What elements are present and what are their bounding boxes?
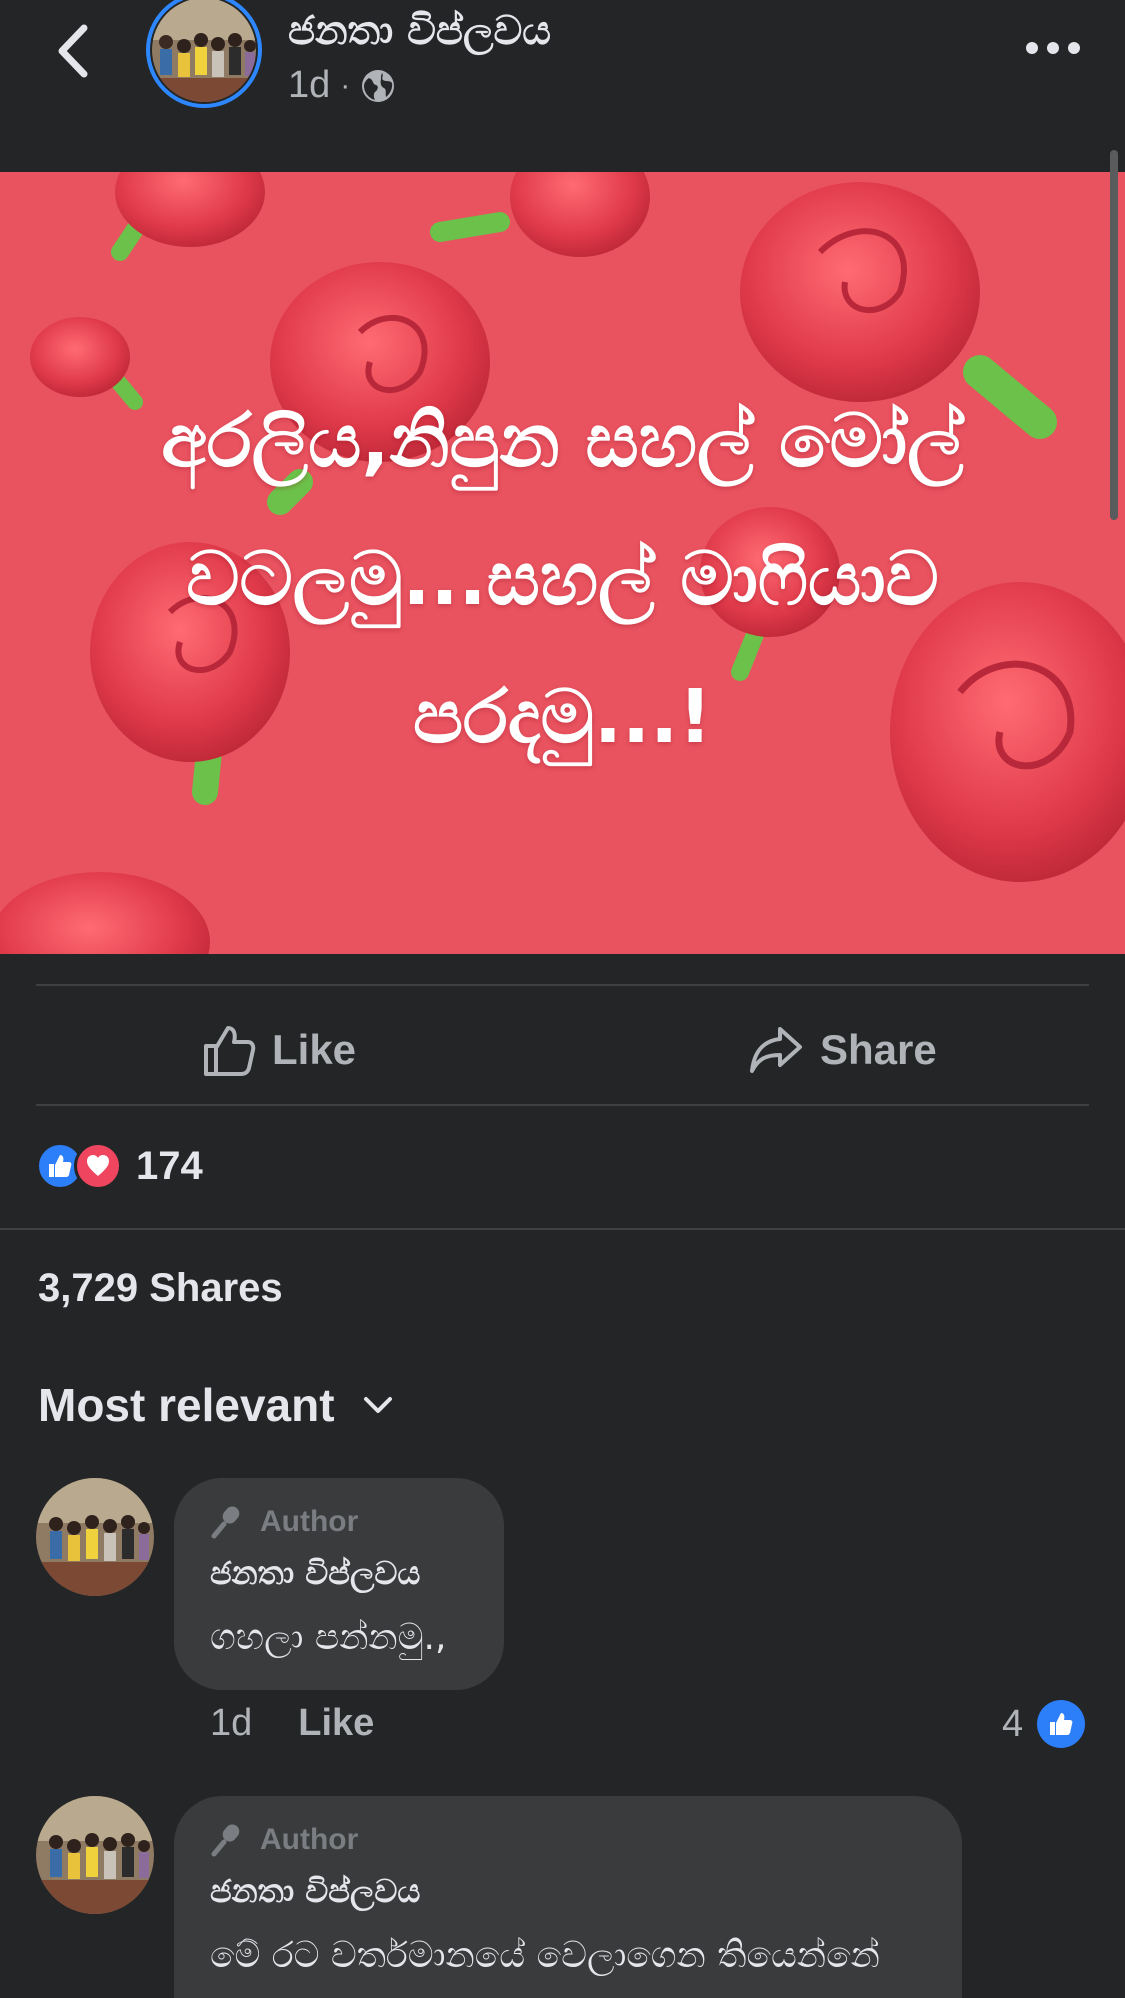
divider: [36, 984, 1089, 986]
more-horizontal-icon: [1026, 42, 1080, 54]
like-button[interactable]: Like: [200, 1010, 356, 1090]
thumbs-up-icon: [204, 1026, 256, 1076]
comment-author-name[interactable]: ජනතා විප්ලවය: [210, 1872, 926, 1911]
post-image-text: අරලිය,නිපුන සහල් මෝල් වටලමු...සහල් මාෆිය…: [161, 398, 964, 760]
comment-sort-dropdown[interactable]: Most relevant: [38, 1378, 393, 1432]
comment-like-number: 4: [1002, 1702, 1024, 1745]
meta-separator: ·: [340, 68, 351, 102]
author-tag-label: Author: [260, 1823, 359, 1856]
page-name[interactable]: ජනතා විප්ලවය: [288, 8, 551, 54]
chevron-left-icon: [58, 24, 88, 78]
chevron-down-icon: [363, 1397, 392, 1413]
shares-count[interactable]: 3,729 Shares: [38, 1266, 283, 1311]
divider: [36, 1104, 1089, 1106]
comment-bubble[interactable]: Author ජනතා විප්ලවය ගහලා පන්නමු.,: [174, 1478, 504, 1690]
comment-meta: 1d Like: [210, 1702, 374, 1745]
love-reaction-icon: [74, 1142, 122, 1190]
author-badge: Author: [210, 1504, 468, 1540]
comment-avatar[interactable]: [36, 1478, 154, 1596]
author-badge: Author: [210, 1822, 926, 1858]
comment-author-name[interactable]: ජනතා විප්ලවය: [210, 1554, 468, 1593]
share-button[interactable]: Share: [748, 1010, 937, 1090]
sort-label: Most relevant: [38, 1379, 335, 1431]
reactions-summary[interactable]: 174: [36, 1142, 203, 1190]
microphone-icon: [211, 1824, 240, 1857]
comment-like-button[interactable]: Like: [298, 1702, 374, 1745]
like-reaction-icon: [1037, 1700, 1086, 1748]
page-avatar[interactable]: [144, 0, 264, 108]
comment-avatar[interactable]: [36, 1796, 154, 1914]
reaction-count: 174: [136, 1143, 203, 1188]
scrollbar[interactable]: [1110, 150, 1118, 520]
comment-like-count[interactable]: 4: [1002, 1700, 1086, 1748]
post-meta: 1d ·: [288, 64, 396, 107]
microphone-icon: [211, 1506, 240, 1539]
back-button[interactable]: [48, 18, 98, 84]
share-label: Share: [820, 1026, 937, 1073]
comment-bubble[interactable]: Author ජනතා විප්ලවය මේ රට වර්තමානයේ වෙලා…: [174, 1796, 962, 1998]
more-options-button[interactable]: [1024, 30, 1082, 66]
author-tag-label: Author: [260, 1505, 359, 1538]
post-time: 1d: [288, 64, 331, 106]
comment-text: මේ රට වර්තමානයේ වෙලාගෙන තියෙන්නේ: [210, 1935, 880, 1976]
comment-time: 1d: [210, 1702, 253, 1744]
comment-text: ගහලා පන්නමු.,: [210, 1617, 447, 1658]
post-header: ජනතා විප්ලවය 1d ·: [0, 0, 1125, 172]
post-image[interactable]: අරලිය,නිපුන සහල් මෝල් වටලමු...සහල් මාෆිය…: [0, 172, 1125, 954]
globe-icon: [362, 69, 395, 102]
share-icon: [750, 1027, 802, 1073]
like-label: Like: [272, 1026, 357, 1073]
divider: [0, 1228, 1125, 1230]
